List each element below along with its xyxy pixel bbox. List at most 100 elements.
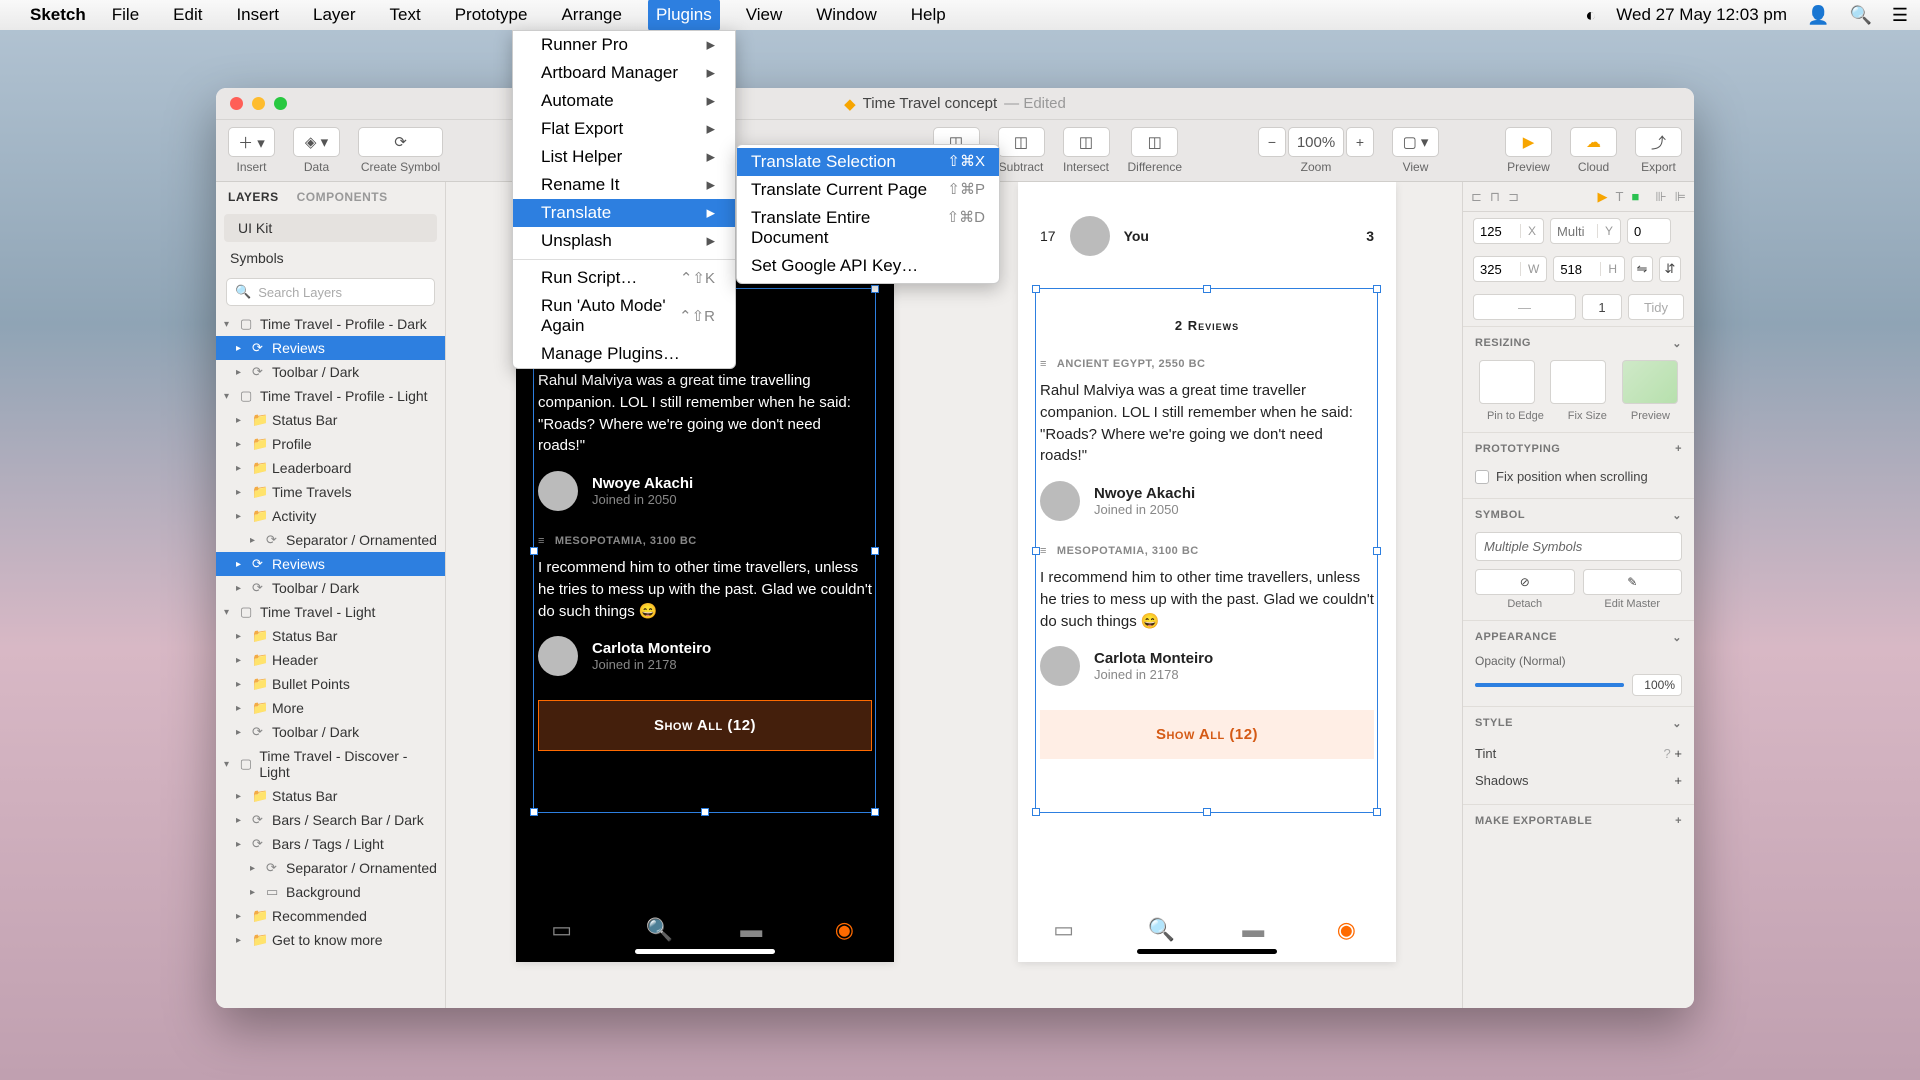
- view-button[interactable]: ▢ ▾: [1392, 127, 1439, 157]
- y-field[interactable]: Y: [1550, 218, 1621, 244]
- layer-reviews[interactable]: ▸⟳Reviews: [216, 552, 445, 576]
- menu-layer[interactable]: Layer: [305, 0, 364, 31]
- close-button[interactable]: [230, 97, 243, 110]
- menu-prototype[interactable]: Prototype: [447, 0, 536, 31]
- rotate-field[interactable]: [1627, 218, 1671, 244]
- page-uikit[interactable]: UI Kit: [224, 214, 437, 242]
- zoom-value[interactable]: 100%: [1288, 127, 1344, 157]
- pin-to-edge[interactable]: [1479, 360, 1535, 404]
- menu-insert[interactable]: Insert: [228, 0, 287, 31]
- plugin-runner-pro[interactable]: Runner Pro▸: [513, 31, 735, 59]
- cloud-button[interactable]: ☁: [1570, 127, 1617, 157]
- layer-separator-ornamented[interactable]: ▸⟳Separator / Ornamented: [216, 856, 445, 880]
- maximize-button[interactable]: [274, 97, 287, 110]
- translate-current-page[interactable]: Translate Current Page⇧⌘P: [737, 176, 999, 204]
- fix-position-checkbox[interactable]: Fix position when scrolling: [1475, 465, 1682, 488]
- edit-master-button[interactable]: ✎: [1583, 569, 1683, 595]
- add-icon[interactable]: +: [1675, 443, 1682, 455]
- opacity-slider[interactable]: [1475, 683, 1624, 687]
- preview-button[interactable]: ▶: [1505, 127, 1552, 157]
- fix-size[interactable]: [1550, 360, 1606, 404]
- export-button[interactable]: ⤴: [1635, 127, 1682, 157]
- collapse-icon[interactable]: ⌄: [1672, 717, 1682, 730]
- menu-window[interactable]: Window: [808, 0, 884, 31]
- search-layers-input[interactable]: 🔍Search Layers: [226, 278, 435, 306]
- x-field[interactable]: X: [1473, 218, 1544, 244]
- transform-field[interactable]: —: [1473, 294, 1576, 320]
- layer-bars-tags-light[interactable]: ▸⟳Bars / Tags / Light: [216, 832, 445, 856]
- subtract-button[interactable]: ◫: [998, 127, 1045, 157]
- plugin-unsplash[interactable]: Unsplash▸: [513, 227, 735, 255]
- menu-arrange[interactable]: Arrange: [553, 0, 629, 31]
- app-name[interactable]: Sketch: [30, 5, 86, 25]
- opacity-value[interactable]: 100%: [1632, 674, 1682, 696]
- layer-profile[interactable]: ▸📁Profile: [216, 432, 445, 456]
- data-button[interactable]: ◈ ▾: [293, 127, 340, 157]
- plugin-automate[interactable]: Automate▸: [513, 87, 735, 115]
- translate-set-api-key[interactable]: Set Google API Key…: [737, 252, 999, 280]
- layer-more[interactable]: ▸📁More: [216, 696, 445, 720]
- layer-activity[interactable]: ▸📁Activity: [216, 504, 445, 528]
- search-icon[interactable]: 🔍: [1849, 5, 1871, 26]
- layer-time-travel-light[interactable]: ▾▢Time Travel - Light: [216, 600, 445, 624]
- zoom-in[interactable]: +: [1346, 127, 1374, 157]
- align-center-icon[interactable]: ⊓: [1490, 189, 1500, 205]
- menu-help[interactable]: Help: [903, 0, 954, 31]
- layer-toolbar-dark[interactable]: ▸⟳Toolbar / Dark: [216, 720, 445, 744]
- collapse-icon[interactable]: ⌄: [1672, 509, 1682, 522]
- flip-h-button[interactable]: ⇋: [1631, 256, 1653, 282]
- zoom-out[interactable]: −: [1258, 127, 1286, 157]
- plugin-run-script[interactable]: Run Script…⌃⇧K: [513, 264, 735, 292]
- help-icon[interactable]: ?: [1664, 746, 1671, 761]
- layer-separator-ornamented[interactable]: ▸⟳Separator / Ornamented: [216, 528, 445, 552]
- user-icon[interactable]: 👤: [1807, 5, 1829, 26]
- tab-components[interactable]: COMPONENTS: [297, 190, 388, 204]
- w-field[interactable]: W: [1473, 256, 1547, 282]
- plugin-translate[interactable]: Translate▸: [513, 199, 735, 227]
- collapse-icon[interactable]: ⌄: [1672, 631, 1682, 644]
- layer-bullet-points[interactable]: ▸📁Bullet Points: [216, 672, 445, 696]
- layer-leaderboard[interactable]: ▸📁Leaderboard: [216, 456, 445, 480]
- layer-toolbar-dark[interactable]: ▸⟳Toolbar / Dark: [216, 576, 445, 600]
- tab-layers[interactable]: LAYERS: [228, 190, 279, 204]
- detach-button[interactable]: ⊘: [1475, 569, 1575, 595]
- layer-recommended[interactable]: ▸📁Recommended: [216, 904, 445, 928]
- plugin-artboard-manager[interactable]: Artboard Manager▸: [513, 59, 735, 87]
- control-center-icon[interactable]: ☰: [1892, 5, 1908, 26]
- plugin-run-again[interactable]: Run 'Auto Mode' Again⌃⇧R: [513, 292, 735, 340]
- layer-background[interactable]: ▸▭Background: [216, 880, 445, 904]
- plugin-list-helper[interactable]: List Helper▸: [513, 143, 735, 171]
- add-tint-icon[interactable]: +: [1674, 746, 1682, 761]
- text-icon[interactable]: T: [1616, 189, 1624, 204]
- add-export-icon[interactable]: +: [1675, 815, 1682, 827]
- clock[interactable]: Wed 27 May 12:03 pm: [1616, 5, 1787, 25]
- dist-v-icon[interactable]: ⊫: [1675, 189, 1686, 205]
- align-left-icon[interactable]: ⊏: [1471, 189, 1482, 205]
- tidy-button[interactable]: Tidy: [1628, 294, 1684, 320]
- plugin-flat-export[interactable]: Flat Export▸: [513, 115, 735, 143]
- color-icon[interactable]: ■: [1631, 189, 1639, 204]
- plugin-rename-it[interactable]: Rename It▸: [513, 171, 735, 199]
- align-right-icon[interactable]: ⊐: [1508, 189, 1519, 205]
- siri-icon[interactable]: ◐: [1585, 5, 1596, 26]
- add-shadow-icon[interactable]: +: [1674, 773, 1682, 788]
- create-symbol-button[interactable]: ⟳: [358, 127, 443, 157]
- layer-time-travels[interactable]: ▸📁Time Travels: [216, 480, 445, 504]
- h-field[interactable]: H: [1553, 256, 1625, 282]
- layer-get-to-know-more[interactable]: ▸📁Get to know more: [216, 928, 445, 952]
- layer-time-travel-discover-light[interactable]: ▾▢Time Travel - Discover - Light: [216, 744, 445, 784]
- layer-bars-search-bar-dark[interactable]: ▸⟳Bars / Search Bar / Dark: [216, 808, 445, 832]
- play-icon[interactable]: ▶: [1598, 189, 1608, 205]
- layer-header[interactable]: ▸📁Header: [216, 648, 445, 672]
- dist-h-icon[interactable]: ⊪: [1655, 189, 1666, 205]
- intersect-button[interactable]: ◫: [1063, 127, 1110, 157]
- layer-reviews[interactable]: ▸⟳Reviews: [216, 336, 445, 360]
- layer-status-bar[interactable]: ▸📁Status Bar: [216, 624, 445, 648]
- resize-preview[interactable]: [1622, 360, 1678, 404]
- layer-toolbar-dark[interactable]: ▸⟳Toolbar / Dark: [216, 360, 445, 384]
- plugin-manage[interactable]: Manage Plugins…: [513, 340, 735, 368]
- insert-button[interactable]: ＋ ▾: [228, 127, 275, 157]
- flip-v-button[interactable]: ⇵: [1659, 256, 1681, 282]
- menu-text[interactable]: Text: [382, 0, 429, 31]
- menu-view[interactable]: View: [738, 0, 791, 31]
